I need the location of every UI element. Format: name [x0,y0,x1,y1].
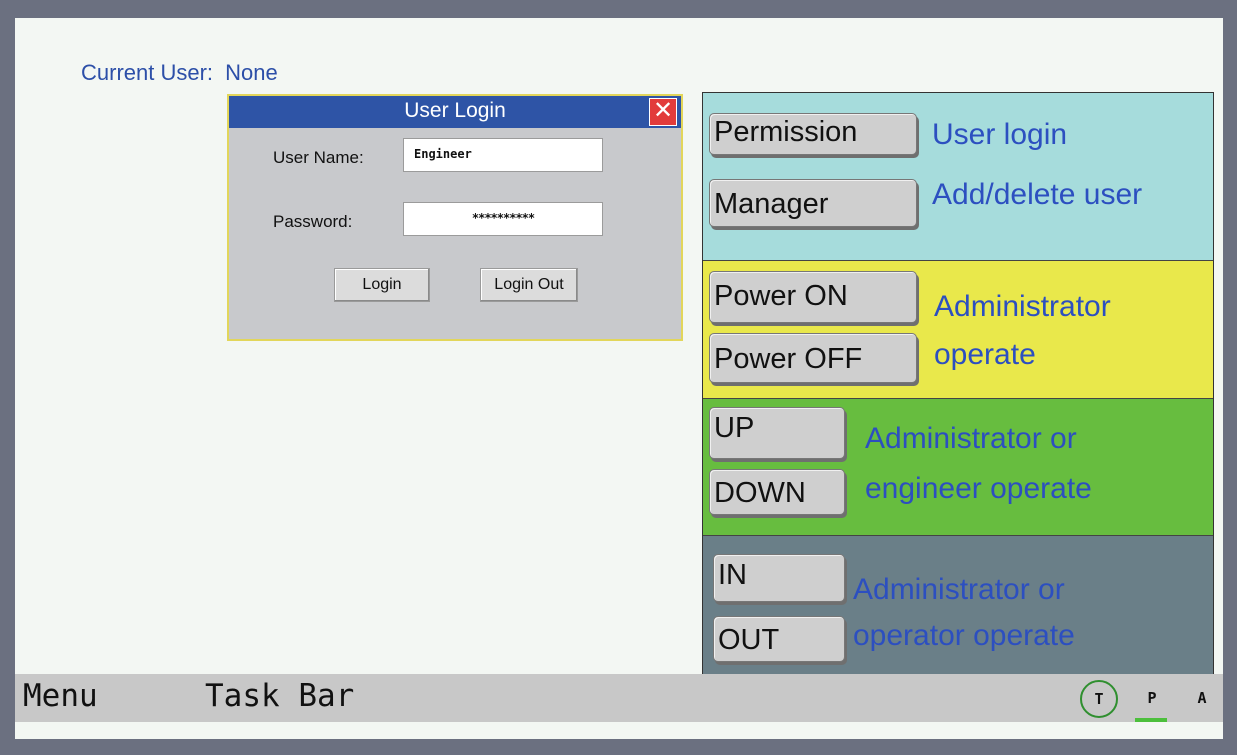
section-up-down: UP DOWN Administrator or engineer operat… [703,399,1213,536]
section-3-description-line-1: Administrator or [865,422,1077,455]
task-bar: Menu Task Bar T P A [15,674,1223,722]
close-icon[interactable]: ✕ [649,98,677,126]
section-3-description-line-2: engineer operate [865,472,1092,505]
section-4-description-line-2: operator operate [853,619,1075,652]
dialog-title-bar: User Login ✕ [229,96,681,128]
password-label: Password: [273,212,353,231]
in-button[interactable]: IN [713,554,845,602]
power-off-button[interactable]: Power OFF [709,333,917,383]
section-4-description-line-1: Administrator or [853,573,1065,606]
out-button[interactable]: OUT [713,616,845,662]
p-active-indicator [1135,718,1167,722]
permission-button[interactable]: Permission [709,113,917,155]
user-login-dialog: User Login ✕ User Name: Engineer Passwor… [227,94,683,341]
hmi-screen: Current User: None User Login ✕ User Nam… [15,18,1223,739]
task-bar-label: Task Bar [205,678,355,714]
down-button[interactable]: DOWN [709,469,845,515]
password-field[interactable]: ********** [403,202,603,236]
current-user-display: Current User: None [81,60,278,86]
login-button[interactable]: Login [334,268,430,302]
t-indicator-icon[interactable]: T [1080,680,1118,718]
login-out-button[interactable]: Login Out [480,268,578,302]
menu-button[interactable]: Menu [23,678,98,714]
power-on-button[interactable]: Power ON [709,271,917,323]
a-indicator-icon[interactable]: A [1185,680,1219,716]
current-user-value: None [225,60,278,85]
username-label: User Name: [273,148,364,167]
section-1-description-line-1: User login [932,118,1068,151]
username-field[interactable]: Engineer [403,138,603,172]
section-power: Power ON Power OFF Administrator operate [703,261,1213,399]
manager-button[interactable]: Manager [709,179,917,227]
section-in-out: IN OUT Administrator or operator operate [703,536,1213,693]
up-button[interactable]: UP [709,407,845,459]
current-user-label: Current User: [81,60,214,85]
dialog-title: User Login [404,99,506,122]
section-user-management: Permission Manager User login Add/delete… [703,93,1213,261]
p-indicator-icon[interactable]: P [1135,680,1169,716]
section-2-description-line-1: Administrator [934,290,1111,323]
section-1-description-line-2: Add/delete user [932,178,1143,211]
section-2-description-line-2: operate [934,338,1036,371]
permission-panel: Permission Manager User login Add/delete… [702,92,1214,693]
